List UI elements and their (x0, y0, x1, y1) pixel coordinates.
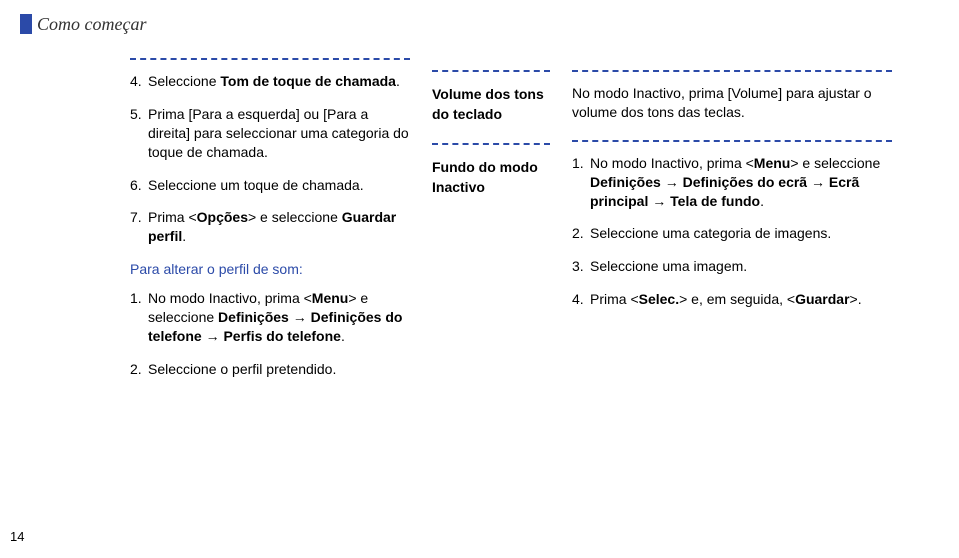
text: No modo Inactivo, prima < (148, 290, 312, 306)
step-4: 4. Seleccione Tom de toque de chamada. (130, 72, 410, 91)
right-step-3: 3. Seleccione uma imagem. (572, 257, 892, 276)
arrow: → (648, 193, 670, 209)
step-number: 4. (572, 290, 590, 309)
text: . (396, 73, 400, 89)
step-text: No modo Inactivo, prima <Menu> e selecci… (590, 154, 892, 211)
mid-section-1: Volume dos tons do teclado (432, 70, 550, 125)
text: > e seleccione (790, 155, 880, 171)
bold-text: Tom de toque de chamada (220, 73, 396, 89)
step-number: 1. (130, 289, 148, 346)
step-5: 5. Prima [Para a esquerda] ou [Para a di… (130, 105, 410, 162)
content-columns: 4. Seleccione Tom de toque de chamada. 5… (130, 58, 940, 393)
arrow: → (807, 174, 829, 190)
text: Prima < (148, 209, 197, 225)
sub-heading: Para alterar o perfil de som: (130, 260, 410, 279)
bold-text: Menu (754, 155, 791, 171)
bold-text: Menu (312, 290, 349, 306)
arrow: → (289, 309, 311, 325)
bold-text: Definições (590, 174, 661, 190)
bold-text: Perfis do telefone (223, 328, 340, 344)
right-step-4: 4. Prima <Selec.> e, em seguida, <Guarda… (572, 290, 892, 309)
text: > e seleccione (248, 209, 342, 225)
step-text: Prima <Opções> e seleccione Guardar perf… (148, 208, 410, 246)
step-number: 2. (572, 224, 590, 243)
label-fundo: Fundo do modo Inactivo (432, 157, 550, 198)
left-section: 4. Seleccione Tom de toque de chamada. 5… (130, 58, 410, 379)
step-text: Seleccione uma categoria de imagens. (590, 224, 892, 243)
bold-text: Tela de fundo (670, 193, 760, 209)
text: Prima < (590, 291, 639, 307)
step-7: 7. Prima <Opções> e seleccione Guardar p… (130, 208, 410, 246)
column-right: No modo Inactivo, prima [Volume] para aj… (572, 58, 892, 393)
right-section-2: 1. No modo Inactivo, prima <Menu> e sele… (572, 140, 892, 309)
text: Seleccione (148, 73, 220, 89)
column-left: 4. Seleccione Tom de toque de chamada. 5… (130, 58, 410, 393)
right-step-1: 1. No modo Inactivo, prima <Menu> e sele… (572, 154, 892, 211)
bold-text: Definições (218, 309, 289, 325)
step-text: Seleccione uma imagem. (590, 257, 892, 276)
page-number: 14 (10, 529, 24, 544)
step-text: Seleccione o perfil pretendido. (148, 360, 410, 379)
step-number: 7. (130, 208, 148, 246)
step-number: 4. (130, 72, 148, 91)
bold-text: Guardar (795, 291, 849, 307)
step-number: 5. (130, 105, 148, 162)
column-middle: Volume dos tons do teclado Fundo do modo… (432, 58, 550, 393)
text: >. (850, 291, 862, 307)
right-top-text: No modo Inactivo, prima [Volume] para aj… (572, 84, 892, 122)
page-title: Como começar (37, 14, 146, 35)
step-number: 6. (130, 176, 148, 195)
right-step-2: 2. Seleccione uma categoria de imagens. (572, 224, 892, 243)
step-number: 1. (572, 154, 590, 211)
text: . (182, 228, 186, 244)
bold-text: Selec. (639, 291, 679, 307)
bold-text: Opções (197, 209, 248, 225)
sub-step-1: 1. No modo Inactivo, prima <Menu> e sele… (130, 289, 410, 346)
step-number: 3. (572, 257, 590, 276)
bold-text: Definições do ecrã (683, 174, 808, 190)
step-text: Prima [Para a esquerda] ou [Para a direi… (148, 105, 410, 162)
sub-step-2: 2. Seleccione o perfil pretendido. (130, 360, 410, 379)
step-text: Seleccione um toque de chamada. (148, 176, 410, 195)
step-text: Prima <Selec.> e, em seguida, <Guardar>. (590, 290, 892, 309)
right-section-1: No modo Inactivo, prima [Volume] para aj… (572, 70, 892, 122)
arrow: → (661, 174, 683, 190)
mid-section-2: Fundo do modo Inactivo (432, 143, 550, 198)
header-marker (20, 14, 32, 34)
text: > e, em seguida, < (679, 291, 795, 307)
text: . (341, 328, 345, 344)
step-6: 6. Seleccione um toque de chamada. (130, 176, 410, 195)
text: No modo Inactivo, prima < (590, 155, 754, 171)
step-text: Seleccione Tom de toque de chamada. (148, 72, 410, 91)
label-volume: Volume dos tons do teclado (432, 84, 550, 125)
step-number: 2. (130, 360, 148, 379)
step-text: No modo Inactivo, prima <Menu> e selecci… (148, 289, 410, 346)
arrow: → (202, 328, 224, 344)
text: . (760, 193, 764, 209)
